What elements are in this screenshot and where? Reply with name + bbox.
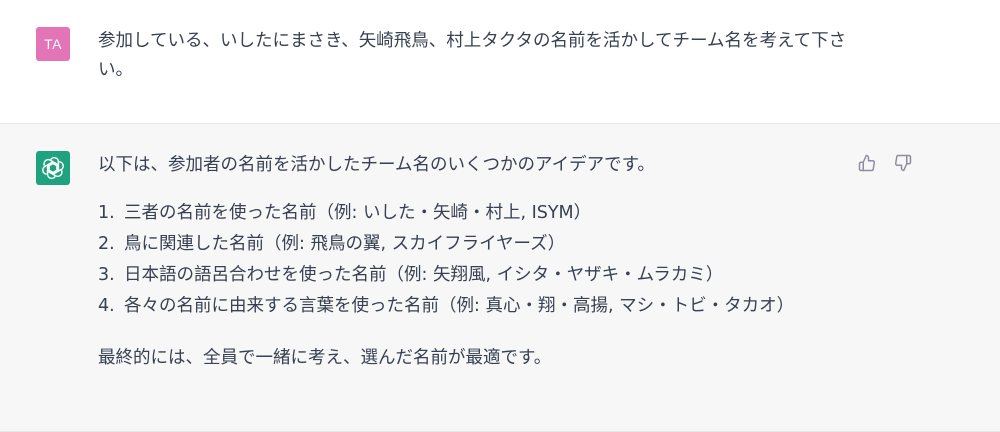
user-message-row: TA 参加している、いしたにまさき、矢崎飛鳥、村上タクタの名前を活かしてチーム名…: [0, 0, 1000, 124]
thumbs-down-button[interactable]: [892, 152, 914, 174]
list-item-number: 3.: [98, 265, 115, 285]
assistant-message-body: 以下は、参加者の名前を活かしたチーム名のいくつかのアイデアです。 1. 三者の名…: [98, 151, 838, 391]
list-item-text: 鳥に関連した名前（例: 飛鳥の翼, スカイフライヤーズ）: [124, 234, 566, 254]
list-item-number: 2.: [98, 234, 115, 254]
idea-list: 1. 三者の名前を使った名前（例: いした・矢崎・村上, ISYM） 2. 鳥に…: [98, 198, 838, 322]
openai-logo-icon: [42, 156, 64, 180]
assistant-message-row: 以下は、参加者の名前を活かしたチーム名のいくつかのアイデアです。 1. 三者の名…: [0, 124, 1000, 432]
assistant-closing: 最終的には、全員で一緒に考え、選んだ名前が最適です。: [98, 348, 552, 368]
user-message-text: 参加している、いしたにまさき、矢崎飛鳥、村上タクタの名前を活かしてチーム名を考え…: [98, 31, 847, 80]
user-avatar: TA: [36, 27, 70, 61]
feedback-buttons: [856, 152, 914, 174]
list-item-text: 三者の名前を使った名前（例: いした・矢崎・村上, ISYM）: [124, 203, 592, 223]
list-item: 3. 日本語の語呂合わせを使った名前（例: 矢翔風, イシタ・ヤザキ・ムラカミ）: [98, 260, 838, 291]
assistant-avatar: [36, 151, 70, 185]
list-item: 4. 各々の名前に由来する言葉を使った名前（例: 真心・翔・高揚, マシ・トビ・…: [98, 291, 838, 322]
thumbs-up-icon: [858, 154, 876, 172]
thumbs-down-icon: [894, 154, 912, 172]
list-item: 1. 三者の名前を使った名前（例: いした・矢崎・村上, ISYM）: [98, 198, 838, 229]
list-item-number: 1.: [98, 203, 115, 223]
thumbs-up-button[interactable]: [856, 152, 878, 174]
list-item-text: 各々の名前に由来する言葉を使った名前（例: 真心・翔・高揚, マシ・トビ・タカオ…: [124, 296, 795, 316]
list-item: 2. 鳥に関連した名前（例: 飛鳥の翼, スカイフライヤーズ）: [98, 229, 838, 260]
list-item-number: 4.: [98, 296, 115, 316]
list-item-text: 日本語の語呂合わせを使った名前（例: 矢翔風, イシタ・ヤザキ・ムラカミ）: [124, 265, 724, 285]
assistant-intro: 以下は、参加者の名前を活かしたチーム名のいくつかのアイデアです。: [98, 155, 655, 175]
